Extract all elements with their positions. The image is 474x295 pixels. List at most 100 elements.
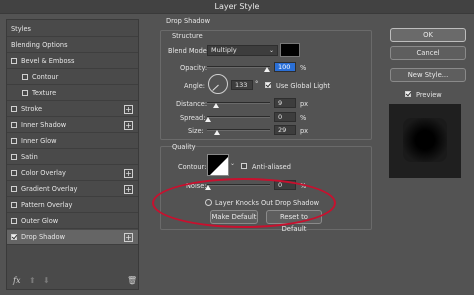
- spread-input[interactable]: 0: [274, 112, 296, 122]
- cancel-button[interactable]: Cancel: [390, 46, 466, 60]
- drop-shadow-checkbox[interactable]: [11, 234, 17, 240]
- anti-aliased-checkbox[interactable]: [241, 163, 247, 169]
- inner-shadow-checkbox[interactable]: [11, 122, 17, 128]
- sidebar-item-outer-glow[interactable]: Outer Glow: [7, 214, 138, 229]
- satin-checkbox[interactable]: [11, 154, 17, 160]
- color-overlay-label: Color Overlay: [21, 169, 66, 177]
- opacity-label: Opacity:: [180, 64, 208, 72]
- styles-footer: fx ⬆ ⬇ 🗑: [7, 273, 138, 289]
- opacity-slider-handle[interactable]: [264, 67, 270, 72]
- satin-label: Satin: [21, 153, 38, 161]
- distance-slider-handle[interactable]: [213, 103, 219, 108]
- texture-label: Texture: [32, 89, 57, 97]
- add-gradient-overlay-icon[interactable]: +: [124, 185, 133, 194]
- quality-heading: Quality: [172, 143, 196, 151]
- spread-slider[interactable]: [207, 116, 270, 118]
- use-global-light-label: Use Global Light: [276, 82, 330, 90]
- window-title: Layer Style: [0, 0, 474, 14]
- contour-picker[interactable]: [207, 154, 229, 176]
- trash-icon[interactable]: 🗑: [127, 276, 137, 285]
- use-global-light-checkbox[interactable]: [265, 82, 271, 88]
- stroke-label: Stroke: [21, 105, 43, 113]
- style-preview-thumbnail: [389, 104, 461, 178]
- move-down-icon[interactable]: ⬇: [43, 276, 50, 285]
- shadow-color-swatch[interactable]: [280, 43, 300, 57]
- anti-aliased-label: Anti-aliased: [252, 163, 291, 171]
- sidebar-item-drop-shadow[interactable]: Drop Shadow +: [7, 230, 138, 245]
- sidebar-item-pattern-overlay[interactable]: Pattern Overlay: [7, 198, 138, 213]
- contour-curve-icon: [208, 155, 228, 175]
- texture-checkbox[interactable]: [22, 90, 28, 96]
- size-input[interactable]: 29: [274, 125, 296, 135]
- opacity-unit: %: [300, 64, 307, 72]
- outer-glow-label: Outer Glow: [21, 217, 59, 225]
- sidebar-item-color-overlay[interactable]: Color Overlay +: [7, 166, 138, 181]
- add-inner-shadow-icon[interactable]: +: [124, 121, 133, 130]
- add-drop-shadow-icon[interactable]: +: [124, 233, 133, 242]
- contour-label: Contour: [32, 73, 59, 81]
- sidebar-item-contour[interactable]: Contour: [7, 70, 138, 85]
- size-slider-handle[interactable]: [214, 130, 220, 135]
- pattern-overlay-checkbox[interactable]: [11, 202, 17, 208]
- add-color-overlay-icon[interactable]: +: [124, 169, 133, 178]
- drop-shadow-label: Drop Shadow: [21, 233, 65, 241]
- layer-knocks-out-toggle[interactable]: [205, 199, 212, 206]
- inner-glow-label: Inner Glow: [21, 137, 57, 145]
- preview-label: Preview: [416, 91, 442, 99]
- fx-icon[interactable]: fx: [13, 276, 20, 285]
- shadow-preview: [403, 118, 447, 162]
- reset-to-default-button[interactable]: Reset to Default: [266, 210, 322, 233]
- bevel-emboss-checkbox[interactable]: [11, 58, 17, 64]
- new-style-button[interactable]: New Style...: [390, 68, 466, 82]
- sidebar-item-texture[interactable]: Texture: [7, 86, 138, 101]
- move-up-icon[interactable]: ⬆: [29, 276, 36, 285]
- inner-glow-checkbox[interactable]: [11, 138, 17, 144]
- noise-label: Noise:: [186, 182, 207, 190]
- chevron-down-icon: ⌄: [268, 47, 274, 54]
- ok-button[interactable]: OK: [390, 28, 466, 42]
- color-overlay-checkbox[interactable]: [11, 170, 17, 176]
- make-default-button[interactable]: Make Default: [210, 210, 258, 224]
- size-label: Size:: [188, 127, 204, 135]
- spread-unit: %: [300, 114, 307, 122]
- contour-checkbox[interactable]: [22, 74, 28, 80]
- gradient-overlay-label: Gradient Overlay: [21, 185, 78, 193]
- sidebar-item-inner-shadow[interactable]: Inner Shadow +: [7, 118, 138, 133]
- sidebar-item-satin[interactable]: Satin: [7, 150, 138, 165]
- styles-item[interactable]: Styles: [7, 22, 138, 37]
- noise-slider[interactable]: [207, 184, 270, 186]
- sidebar-item-stroke[interactable]: Stroke +: [7, 102, 138, 117]
- drop-shadow-heading: Drop Shadow: [166, 17, 210, 25]
- contour-label: Contour:: [178, 163, 207, 171]
- spread-slider-handle[interactable]: [205, 117, 211, 122]
- contour-chevron-icon[interactable]: ⌄: [230, 160, 235, 167]
- sidebar-item-bevel-emboss[interactable]: Bevel & Emboss: [7, 54, 138, 69]
- noise-unit: %: [300, 182, 307, 190]
- styles-item-label: Styles: [11, 25, 31, 33]
- size-unit: px: [300, 127, 309, 135]
- sidebar-item-gradient-overlay[interactable]: Gradient Overlay +: [7, 182, 138, 197]
- opacity-slider[interactable]: [207, 66, 270, 68]
- blend-mode-value: Multiply: [211, 46, 237, 54]
- opacity-input[interactable]: 100: [274, 62, 296, 72]
- angle-input[interactable]: 133: [231, 80, 253, 90]
- noise-input[interactable]: 0: [274, 180, 296, 190]
- preview-checkbox[interactable]: [405, 91, 411, 97]
- layer-knocks-out-label: Layer Knocks Out Drop Shadow: [215, 199, 320, 207]
- noise-slider-handle[interactable]: [205, 185, 211, 190]
- distance-unit: px: [300, 100, 309, 108]
- blend-mode-select[interactable]: Multiply ⌄: [207, 45, 278, 56]
- styles-list-panel: Styles Blending Options Bevel & Emboss C…: [6, 19, 139, 290]
- outer-glow-checkbox[interactable]: [11, 218, 17, 224]
- gradient-overlay-checkbox[interactable]: [11, 186, 17, 192]
- distance-label: Distance:: [176, 100, 208, 108]
- spread-label: Spread:: [180, 114, 206, 122]
- angle-label: Angle:: [184, 82, 205, 90]
- stroke-checkbox[interactable]: [11, 106, 17, 112]
- distance-input[interactable]: 9: [274, 98, 296, 108]
- angle-dial[interactable]: [208, 74, 228, 94]
- angle-unit: °: [255, 80, 259, 88]
- add-stroke-icon[interactable]: +: [124, 105, 133, 114]
- sidebar-item-inner-glow[interactable]: Inner Glow: [7, 134, 138, 149]
- blending-options-item[interactable]: Blending Options: [7, 38, 138, 53]
